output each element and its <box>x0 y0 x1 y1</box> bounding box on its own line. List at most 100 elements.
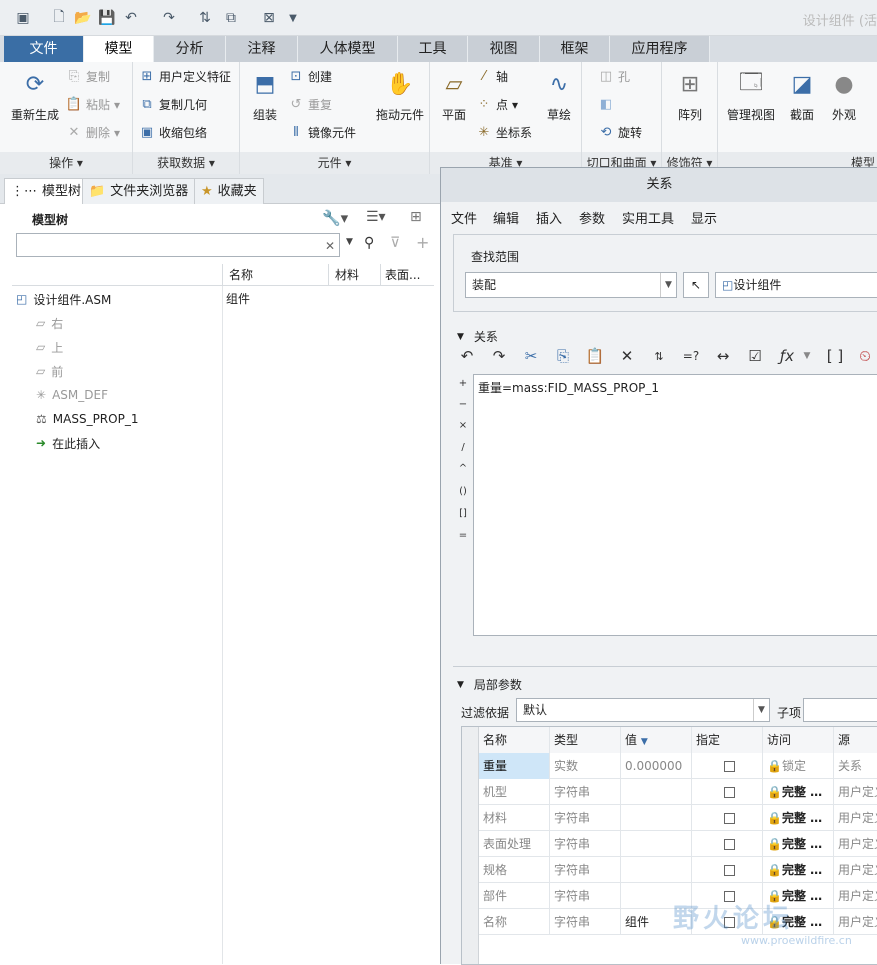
param-name[interactable]: 表面处理 <box>479 831 550 857</box>
dimension-icon[interactable]: ↔ <box>713 346 733 366</box>
units-icon[interactable]: ⏲ <box>855 346 875 366</box>
create-component-button[interactable]: ⊡ 创建 <box>288 68 332 85</box>
access-cell[interactable]: 🔒完整 … <box>763 831 834 857</box>
menu-utilities[interactable]: 实用工具 <box>622 208 674 227</box>
op-parentheses[interactable]: () <box>456 486 470 497</box>
cut-icon[interactable]: ✂ <box>521 346 541 366</box>
filter-select[interactable]: 默认 ▼ <box>516 698 770 722</box>
tree-show-icon[interactable]: ☰▾ <box>366 209 386 225</box>
param-value[interactable] <box>621 831 692 857</box>
shrinkwrap-button[interactable]: ▣ 收缩包络 <box>139 124 207 141</box>
table-row[interactable]: 材料字符串 🔒完整 … 用户定义 <box>479 805 877 831</box>
mirror-component-button[interactable]: ⫴ 镜像元件 <box>288 124 356 141</box>
new-file-icon[interactable]: 🗋 <box>50 9 68 27</box>
op-equals[interactable]: = <box>456 530 470 541</box>
add-column-icon[interactable]: + <box>416 233 429 252</box>
select-pointer-button[interactable]: ↖ <box>683 272 709 298</box>
col-source[interactable]: 源 <box>834 727 877 753</box>
sketch-button[interactable]: ∿ 草绘 <box>540 68 578 123</box>
subitems-select[interactable] <box>803 698 877 722</box>
filter-icon[interactable]: ⊽ <box>390 235 400 251</box>
undo-icon[interactable]: ↶ <box>457 346 477 366</box>
undo-icon[interactable]: ↶ <box>122 9 140 27</box>
tree-item-root[interactable]: ◰ 设计组件.ASM <box>16 288 111 310</box>
table-row[interactable]: 表面处理字符串 🔒完整 … 用户定义 <box>479 831 877 857</box>
menu-edit[interactable]: 编辑 <box>493 208 519 227</box>
param-name[interactable]: 规格 <box>479 857 550 883</box>
col-type[interactable]: 类型 <box>550 727 621 753</box>
redo-icon[interactable]: ↷ <box>489 346 509 366</box>
op-power[interactable]: ^ <box>456 463 470 474</box>
drag-components-button[interactable]: ✋ 拖动元件 <box>372 68 428 123</box>
tab-framework[interactable]: 框架 <box>540 36 610 62</box>
op-minus[interactable]: − <box>456 399 470 410</box>
param-value[interactable]: 0.000000 <box>621 753 692 779</box>
param-value[interactable] <box>621 779 692 805</box>
tree-item-asm-def[interactable]: ✳ ASM_DEF <box>36 384 108 406</box>
designate-checkbox[interactable] <box>723 813 735 824</box>
tab-favorites[interactable]: ★ 收藏夹 <box>194 178 264 204</box>
access-cell[interactable]: 🔒锁定 <box>763 753 834 779</box>
table-row[interactable]: 重量 实数 0.000000 🔒锁定 关系 <box>479 753 877 779</box>
param-name[interactable]: 名称 <box>479 909 550 935</box>
verify-icon[interactable]: ☑ <box>745 346 765 366</box>
table-row[interactable]: 规格字符串 🔒完整 … 用户定义 <box>479 857 877 883</box>
close-window-icon[interactable]: ⊠ <box>260 9 278 27</box>
col-designate[interactable]: 指定 <box>692 727 763 753</box>
scope-select[interactable]: 装配 ▼ <box>465 272 677 298</box>
menu-file[interactable]: 文件 <box>451 208 477 227</box>
param-value[interactable] <box>621 805 692 831</box>
app-menu-icon[interactable]: ▣ <box>14 9 32 27</box>
find-binoculars-icon[interactable]: ⚲ <box>364 235 374 251</box>
param-name[interactable]: 部件 <box>479 883 550 909</box>
designate-checkbox[interactable] <box>723 865 735 876</box>
save-icon[interactable]: 💾 <box>98 9 116 27</box>
local-params-header[interactable]: ▼ 局部参数 <box>457 676 522 693</box>
tab-analysis[interactable]: 分析 <box>154 36 226 62</box>
axis-button[interactable]: ⁄ 轴 <box>476 68 508 85</box>
designate-checkbox[interactable] <box>723 761 735 772</box>
tab-folder-browser[interactable]: 📁 文件夹浏览器 <box>82 178 196 204</box>
op-plus[interactable]: + <box>456 378 470 389</box>
search-dropdown-icon[interactable]: ▼ <box>346 237 353 247</box>
windows-icon[interactable]: ⧉ <box>222 9 240 27</box>
tab-annotate[interactable]: 注释 <box>226 36 298 62</box>
menu-parameters[interactable]: 参数 <box>579 208 605 227</box>
paste-button[interactable]: 📋 粘贴 ▾ <box>66 96 120 113</box>
revolve-button[interactable]: ⟲ 旋转 <box>598 124 642 141</box>
relations-editor[interactable]: 重量=mass:FID_MASS_PROP_1 <box>473 374 877 636</box>
delete-icon[interactable]: ✕ <box>617 346 637 366</box>
tree-search-input[interactable]: ✕ <box>16 233 340 257</box>
tab-tools[interactable]: 工具 <box>398 36 468 62</box>
designate-checkbox[interactable] <box>723 839 735 850</box>
group-label-operations[interactable]: 操作 ▾ <box>0 152 132 174</box>
paste-icon[interactable]: 📋 <box>585 346 605 366</box>
group-label-component[interactable]: 元件 ▾ <box>240 152 429 174</box>
tab-file[interactable]: 文件 <box>4 36 84 62</box>
access-cell[interactable]: 🔒完整 … <box>763 779 834 805</box>
pattern-button[interactable]: ⊞ 阵列 <box>666 68 714 123</box>
point-button[interactable]: ⁘ 点 ▾ <box>476 96 519 113</box>
tab-view[interactable]: 视图 <box>468 36 540 62</box>
table-row[interactable]: 机型字符串 🔒完整 … 用户定义 <box>479 779 877 805</box>
regenerate-button[interactable]: ⟳ 重新生成 <box>8 68 62 123</box>
tree-item-mass-prop[interactable]: ⚖ MASS_PROP_1 <box>36 408 138 430</box>
assemble-button[interactable]: ⬒ 组装 <box>244 68 286 123</box>
scope-target-field[interactable]: ◰设计组件 <box>715 272 877 298</box>
param-name[interactable]: 机型 <box>479 779 550 805</box>
tree-columns-icon[interactable]: ⊞ <box>410 209 422 225</box>
group-label-get-data[interactable]: 获取数据 ▾ <box>133 152 239 174</box>
extrude-button[interactable]: ◧ <box>598 96 614 112</box>
tab-model-tree[interactable]: ⋮⋯ 模型树 <box>4 178 89 204</box>
col-material[interactable]: 材料 <box>328 264 378 286</box>
param-value[interactable] <box>621 857 692 883</box>
customize-qat-icon[interactable]: ▼ <box>284 9 302 27</box>
param-name[interactable]: 材料 <box>479 805 550 831</box>
evaluate-icon[interactable]: =? <box>681 346 701 366</box>
menu-show[interactable]: 显示 <box>691 208 717 227</box>
brackets-icon[interactable]: [ ] <box>825 346 845 366</box>
tree-item-right-plane[interactable]: ▱ 右 <box>36 312 63 334</box>
op-multiply[interactable]: × <box>456 420 470 431</box>
col-value[interactable]: 值 ▼ <box>621 727 692 753</box>
redo-icon[interactable]: ↷ <box>160 9 178 27</box>
